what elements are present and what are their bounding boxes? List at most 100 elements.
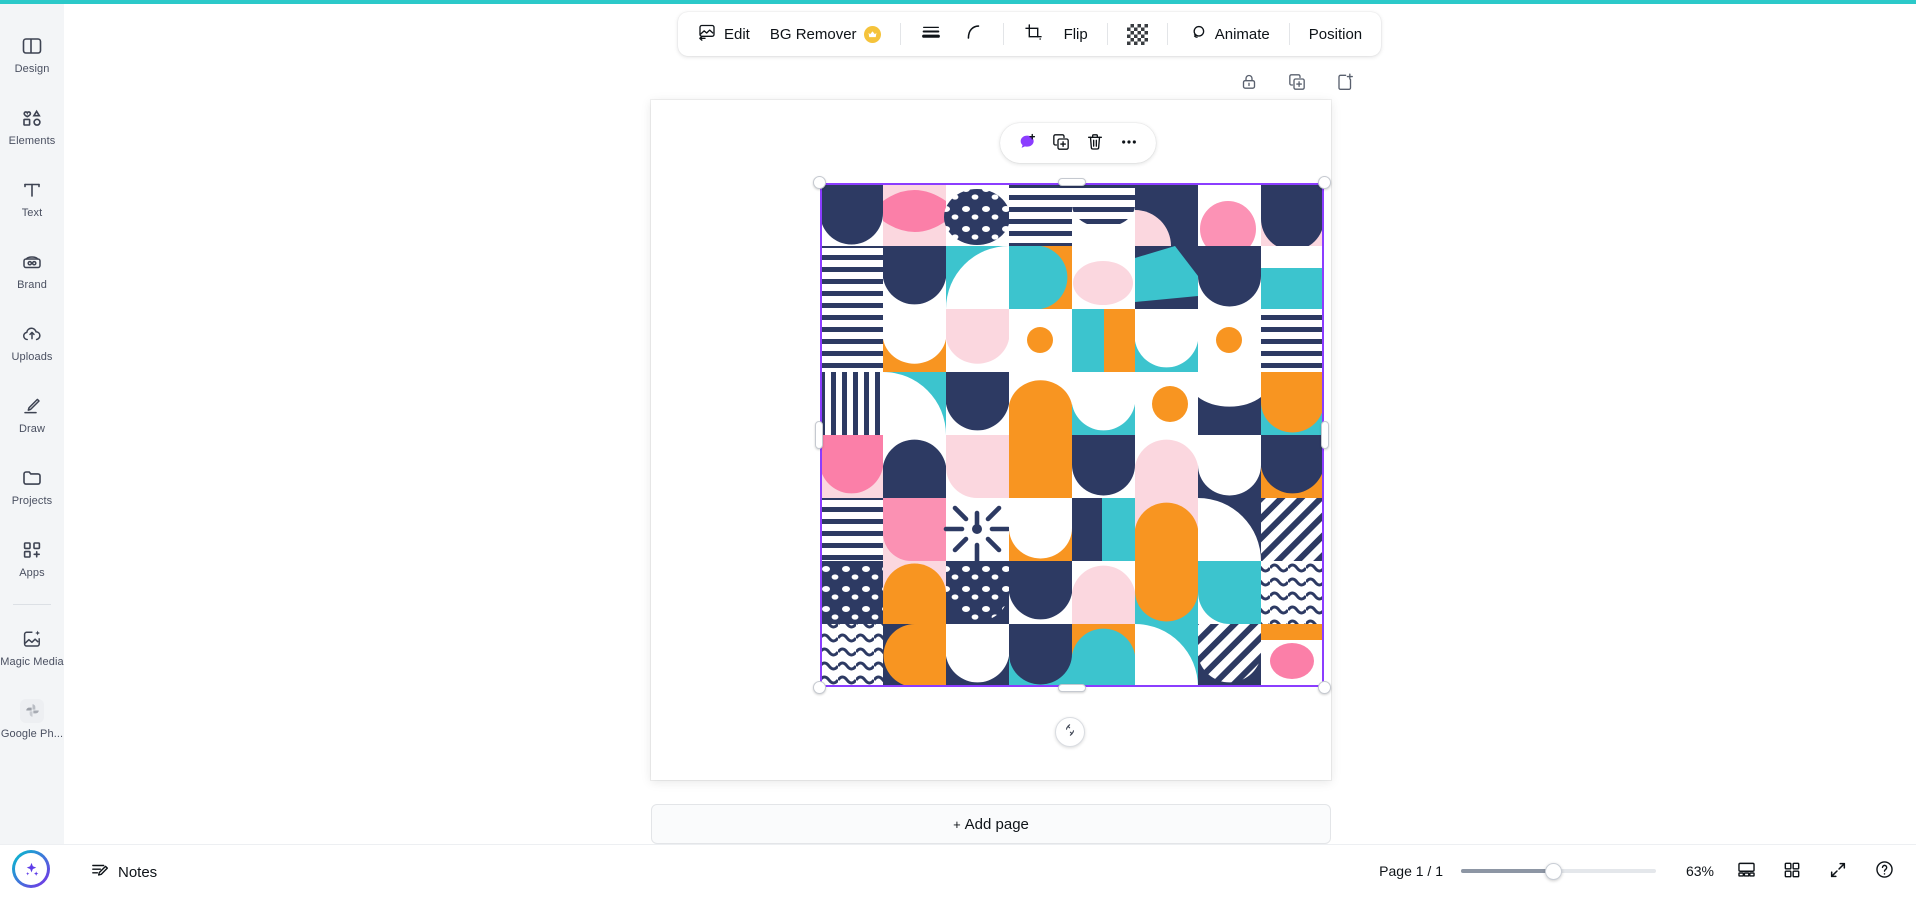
position-button[interactable]: Position [1300,18,1371,50]
sidebar-label-google-photos: Google Ph... [0,727,64,740]
sidebar-item-design[interactable]: Design [1,18,63,90]
comment-button[interactable] [1012,128,1042,158]
sidebar-label-apps: Apps [19,566,45,579]
magic-studio-button[interactable] [12,850,50,888]
edit-image-label: Edit [724,25,750,43]
add-page-plus: + [953,816,961,832]
object-context-menu [1000,123,1156,163]
animate-icon [1187,22,1208,47]
selected-image-object[interactable] [813,176,1331,694]
duplicate-icon [1051,132,1071,155]
sidebar-item-apps[interactable]: Apps [1,522,63,594]
add-page-button[interactable]: + Add page [651,804,1331,844]
crop-icon [1023,22,1044,47]
cloud-upload-icon [20,322,44,346]
sidebar-divider [13,604,51,605]
notes-label: Notes [118,863,158,881]
resize-handle-left[interactable] [815,421,823,449]
canva-editor-window: Design Elements Text Brand Uploads Draw … [0,0,1916,898]
resize-handle-top-right[interactable] [1318,176,1331,189]
apps-grid-plus-icon [20,538,44,562]
sidebar-label-text: Text [21,206,43,219]
transparency-button[interactable] [1118,18,1157,50]
google-photos-icon [20,698,44,723]
edit-image-button[interactable]: Edit [688,18,759,50]
notes-edit-icon [90,860,110,884]
fullscreen-button[interactable] [1822,855,1854,887]
grid-view-button[interactable] [1776,855,1808,887]
toolbar-divider-2 [1002,23,1004,45]
animate-button[interactable]: Animate [1178,18,1279,50]
sidebar-item-draw[interactable]: Draw [1,378,63,450]
bottom-bar: Notes Page 1 / 1 63% [0,844,1916,898]
timeline-icon [1736,859,1757,883]
comment-add-icon [1017,132,1037,155]
sidebar-item-brand[interactable]: Brand [1,234,63,306]
timeline-view-button[interactable] [1730,855,1762,887]
resize-handle-bottom-left[interactable] [813,681,826,694]
layout-panel-icon [20,34,44,58]
zoom-slider[interactable] [1461,862,1656,880]
zoom-percentage-label: 63% [1685,863,1714,879]
lock-page-button[interactable] [1232,66,1266,100]
rotate-handle[interactable] [1055,717,1085,747]
bg-remover-label: BG Remover [769,25,857,43]
editor-stage: Edit BG Remover Flip Animate Position + … [64,4,1916,898]
flip-button[interactable]: Flip [1055,18,1097,50]
toolbar-divider-5 [1288,23,1290,45]
shapes-icon [20,106,44,130]
add-page-icon [1335,72,1355,95]
position-label: Position [1308,25,1363,43]
resize-handle-top-left[interactable] [813,176,826,189]
resize-handle-right[interactable] [1321,421,1329,449]
resize-handle-bottom-right[interactable] [1318,681,1331,694]
delete-button[interactable] [1080,128,1110,158]
sidebar-item-projects[interactable]: Projects [1,450,63,522]
toolbar-divider-3 [1106,23,1108,45]
zoom-slider-fill [1461,869,1553,873]
abstract-geometric-pattern-artwork [820,183,1324,687]
resize-handle-top[interactable] [1058,178,1086,186]
help-button[interactable] [1868,855,1900,887]
flip-label: Flip [1063,25,1088,43]
toolbar-divider-4 [1166,23,1168,45]
bg-remover-button[interactable]: BG Remover [761,18,890,50]
toolbar-divider-1 [899,23,901,45]
crown-icon [863,25,881,43]
page-tools [1232,66,1362,100]
transparency-checker-icon [1126,23,1148,45]
brand-kit-icon [20,250,44,274]
line-weight-button[interactable] [911,18,951,50]
page-count-label: Page 1 / 1 [1379,863,1443,879]
duplicate-page-button[interactable] [1280,66,1314,100]
duplicate-page-icon [1287,72,1307,95]
sidebar-label-design: Design [14,62,50,75]
grid-view-icon [1782,860,1802,883]
notes-button[interactable]: Notes [80,855,167,889]
duplicate-object-button[interactable] [1046,128,1076,158]
resize-handle-bottom[interactable] [1058,684,1086,692]
magic-sparkle-icon [15,853,47,885]
magic-image-icon [20,627,44,651]
sidebar-item-elements[interactable]: Elements [1,90,63,162]
line-weight-icon [920,21,942,47]
lock-icon [1239,72,1259,95]
rotate-icon [1062,722,1078,743]
sidebar-label-elements: Elements [8,134,56,147]
sidebar-label-brand: Brand [17,278,47,291]
left-sidebar: Design Elements Text Brand Uploads Draw … [0,4,64,898]
add-page-button-top[interactable] [1328,66,1362,100]
animate-label: Animate [1214,25,1270,43]
crop-button[interactable] [1014,18,1053,50]
sidebar-label-uploads: Uploads [11,350,53,363]
curve-button[interactable] [953,18,993,50]
more-options-button[interactable] [1114,128,1144,158]
text-t-icon [20,178,44,202]
sidebar-item-text[interactable]: Text [1,162,63,234]
zoom-slider-knob[interactable] [1544,862,1562,880]
add-page-label: Add page [964,815,1029,833]
sidebar-item-uploads[interactable]: Uploads [1,306,63,378]
pencil-draw-icon [20,394,44,418]
sidebar-item-google-photos[interactable]: Google Ph... [1,683,63,755]
sidebar-item-magic-media[interactable]: Magic Media [0,611,64,683]
